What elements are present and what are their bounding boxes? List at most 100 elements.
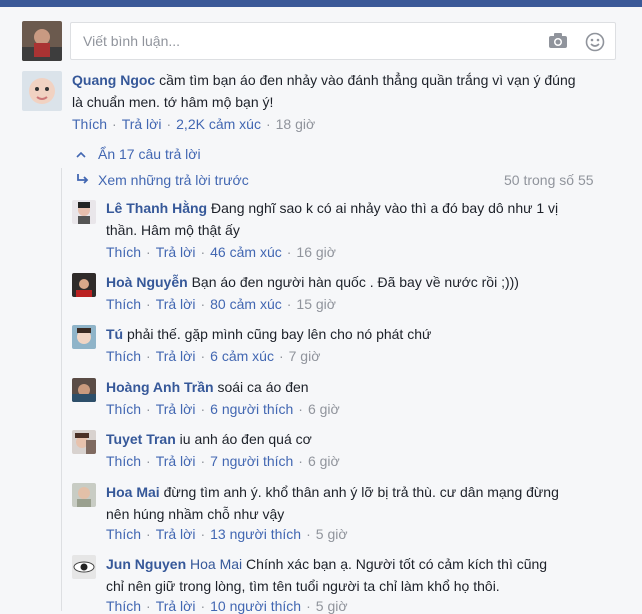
chevron-up-icon <box>76 146 90 162</box>
reply-author[interactable]: Jun Nguyen <box>106 556 186 572</box>
avatar[interactable] <box>72 273 96 297</box>
like-button[interactable]: Thích <box>106 348 141 364</box>
reply-actions: Thích · Trả lời · 10 người thích · 5 giờ <box>106 598 348 614</box>
reply-button[interactable]: Trả lời <box>156 296 196 312</box>
camera-icon[interactable] <box>548 32 568 53</box>
avatar[interactable] <box>72 200 96 224</box>
reply-text-line2: chỉ nên giữ trong lòng, tìm tên tuổi ngư… <box>106 578 500 594</box>
like-button[interactable]: Thích <box>72 116 107 132</box>
comment-body: Quang Ngoc cầm tìm bạn áo đen nhảy vào đ… <box>72 69 617 113</box>
reply-text: iu anh áo đen quá cơ <box>175 431 312 447</box>
top-bar <box>0 0 642 7</box>
separator: · <box>112 116 117 132</box>
separator: · <box>306 598 311 614</box>
reply-text: soái ca áo đen <box>213 379 309 395</box>
reply-button[interactable]: Trả lời <box>156 401 196 417</box>
like-button[interactable]: Thích <box>106 526 141 542</box>
reactions-count[interactable]: 2,2K cảm xúc <box>176 116 261 132</box>
comment-input[interactable] <box>81 32 525 50</box>
thread-line <box>61 168 62 611</box>
like-button[interactable]: Thích <box>106 244 141 260</box>
view-previous-replies-link[interactable]: Xem những trả lời trước <box>76 172 249 188</box>
reply-text-line2: thần. Hâm mộ thật ấy <box>106 222 240 238</box>
reply-text: Đang nghĩ sao k có ai nhảy vào thì a đó … <box>207 200 559 216</box>
like-button[interactable]: Thích <box>106 598 141 614</box>
hide-replies-link[interactable]: Ẩn 17 câu trả lời <box>76 146 201 162</box>
avatar[interactable] <box>72 555 96 579</box>
separator: · <box>146 348 151 364</box>
reply-text-line2: nên húng nhầm chỗ như vậy <box>106 506 285 522</box>
reply-button[interactable]: Trả lời <box>156 453 196 469</box>
comment-actions: Thích · Trả lời · 2,2K cảm xúc · 18 giờ <box>72 116 315 132</box>
avatar[interactable] <box>72 378 96 402</box>
timestamp[interactable]: 5 giờ <box>316 598 348 614</box>
smiley-icon[interactable] <box>585 32 605 55</box>
reply-actions: Thích · Trả lời · 6 người thích · 6 giờ <box>106 401 340 417</box>
reply-author[interactable]: Hoa Mai <box>106 484 160 500</box>
reactions-count[interactable]: 46 cảm xúc <box>210 244 282 260</box>
separator: · <box>286 244 292 260</box>
avatar[interactable] <box>72 483 96 507</box>
reply-button[interactable]: Trả lời <box>156 244 196 260</box>
reply-button[interactable]: Trả lời <box>122 116 162 132</box>
reactions-count[interactable]: 7 người thích <box>210 453 293 469</box>
reply-author[interactable]: Hoàng Anh Trần <box>106 379 214 395</box>
reply-author[interactable]: Hoà Nguyễn <box>106 274 188 290</box>
reply-body: Lê Thanh Hằng Đang nghĩ sao k có ai nhảy… <box>106 197 616 241</box>
separator: · <box>200 348 206 364</box>
current-user-avatar[interactable] <box>22 21 62 61</box>
reply-body: Hoàng Anh Trần soái ca áo đen <box>106 376 616 398</box>
separator: · <box>200 401 206 417</box>
timestamp[interactable]: 5 giờ <box>316 526 348 542</box>
like-button[interactable]: Thích <box>106 296 141 312</box>
reply-author[interactable]: Tuyet Tran <box>106 431 176 447</box>
like-button[interactable]: Thích <box>106 401 141 417</box>
comment-author[interactable]: Quang Ngoc <box>72 72 155 88</box>
reply-button[interactable]: Trả lời <box>156 348 196 364</box>
separator: · <box>146 244 151 260</box>
reply-mention[interactable]: Hoa Mai <box>190 556 242 572</box>
reply-button[interactable]: Trả lời <box>156 526 196 542</box>
reply-actions: Thích · Trả lời · 6 cảm xúc · 7 giờ <box>106 348 320 364</box>
reply-arrow-icon <box>76 172 92 188</box>
reply-author[interactable]: Tú <box>106 326 123 342</box>
reply-body: Hoa Mai đừng tìm anh ý. khổ thân anh ý l… <box>106 481 616 525</box>
comment-text: cầm tìm bạn áo đen nhảy vào đánh thẳng q… <box>155 72 576 88</box>
timestamp[interactable]: 15 giờ <box>296 296 336 312</box>
separator: · <box>265 116 271 132</box>
reactions-count[interactable]: 6 cảm xúc <box>210 348 274 364</box>
separator: · <box>298 401 303 417</box>
timestamp[interactable]: 16 giờ <box>296 244 336 260</box>
avatar[interactable] <box>22 71 62 111</box>
reply-body: Jun Nguyen Hoa Mai Chính xác bạn ạ. Ngườ… <box>106 553 616 597</box>
separator: · <box>146 401 151 417</box>
reply-body: Hoà Nguyễn Bạn áo đen người hàn quốc . Đ… <box>106 271 616 293</box>
reply-author[interactable]: Lê Thanh Hằng <box>106 200 207 216</box>
reactions-count[interactable]: 10 người thích <box>210 598 301 614</box>
separator: · <box>200 598 206 614</box>
avatar[interactable] <box>72 430 96 454</box>
timestamp[interactable]: 6 giờ <box>308 453 340 469</box>
separator: · <box>286 296 292 312</box>
avatar[interactable] <box>72 325 96 349</box>
separator: · <box>146 598 151 614</box>
timestamp[interactable]: 18 giờ <box>276 116 316 132</box>
separator: · <box>200 453 206 469</box>
reactions-count[interactable]: 13 người thích <box>210 526 301 542</box>
timestamp[interactable]: 6 giờ <box>308 401 340 417</box>
separator: · <box>306 526 311 542</box>
reply-button[interactable]: Trả lời <box>156 598 196 614</box>
separator: · <box>146 526 151 542</box>
separator: · <box>166 116 172 132</box>
like-button[interactable]: Thích <box>106 453 141 469</box>
reactions-count[interactable]: 6 người thích <box>210 401 293 417</box>
timestamp[interactable]: 7 giờ <box>289 348 321 364</box>
reactions-count[interactable]: 80 cảm xúc <box>210 296 282 312</box>
view-previous-label: Xem những trả lời trước <box>98 172 249 188</box>
comment-composer[interactable] <box>70 22 616 60</box>
replies-count: 50 trong số 55 <box>504 172 594 188</box>
separator: · <box>200 526 206 542</box>
reply-text: phải thế. gặp mình cũng bay lên cho nó p… <box>123 326 432 342</box>
reply-body: Tuyet Tran iu anh áo đen quá cơ <box>106 428 616 450</box>
reply-actions: Thích · Trả lời · 7 người thích · 6 giờ <box>106 453 340 469</box>
